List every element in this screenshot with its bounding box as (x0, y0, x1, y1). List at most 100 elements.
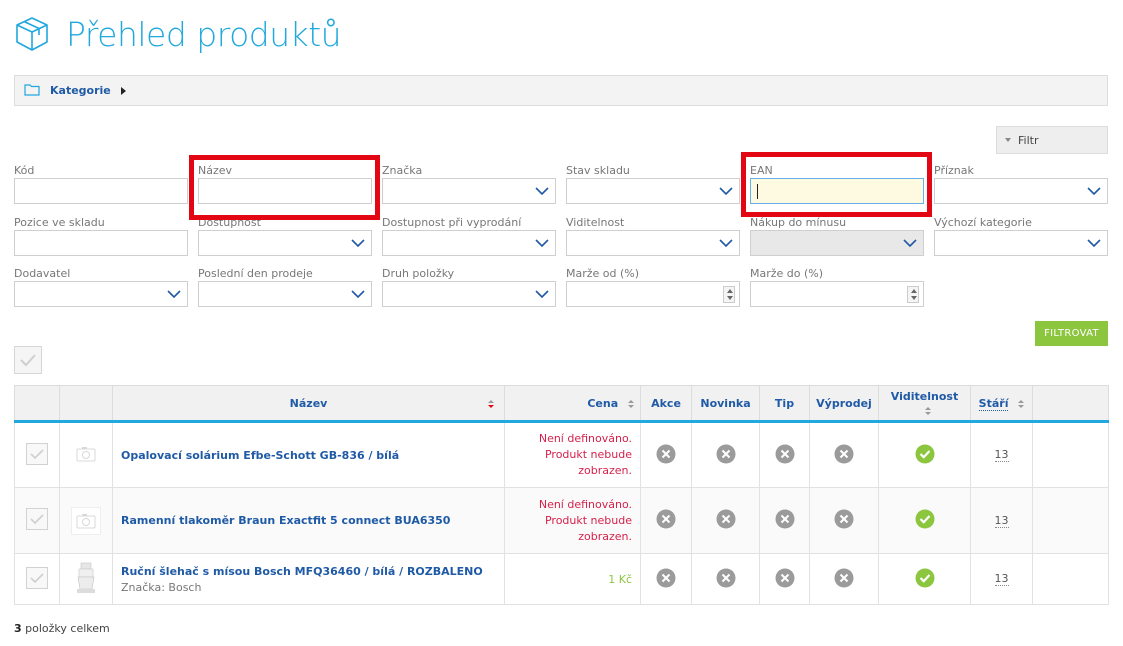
breadcrumb-category-link[interactable]: Kategorie (50, 84, 111, 97)
row-checkbox[interactable] (26, 566, 48, 589)
dostupnost-select[interactable] (198, 230, 372, 256)
product-name-cell: Ruční šlehač s mísou Bosch MFQ36460 / bí… (112, 553, 505, 605)
caret-right-icon[interactable] (120, 86, 126, 95)
akce-cell (640, 421, 692, 488)
header-viditelnost[interactable]: Viditelnost (878, 385, 971, 423)
x-circle-icon[interactable] (656, 444, 676, 464)
viditelnost-select[interactable] (566, 230, 740, 256)
dodavatel-select[interactable] (14, 281, 188, 307)
novinka-cell (691, 487, 760, 554)
price-cell: Není definováno. Produkt nebude zobrazen… (504, 487, 641, 554)
x-circle-icon[interactable] (834, 444, 854, 464)
novinka-cell (691, 421, 760, 488)
product-image-cell (59, 553, 113, 605)
row-checkbox[interactable] (26, 442, 48, 465)
chevron-down-icon (351, 290, 365, 299)
number-spinner[interactable] (907, 286, 919, 303)
filter-submit-button[interactable]: FILTROVAT (1035, 321, 1108, 346)
x-circle-icon[interactable] (716, 509, 736, 529)
page-title: Přehled produktů (66, 14, 342, 54)
header-label: Viditelnost (890, 390, 959, 403)
tip-cell (759, 421, 810, 488)
caret-down-icon (1005, 138, 1011, 142)
vychozi-kategorie-select[interactable] (934, 230, 1108, 256)
stav-skladu-select[interactable] (566, 178, 740, 204)
chevron-down-icon (351, 239, 365, 248)
row-select-cell (14, 421, 60, 488)
mixer-product-thumbnail (77, 562, 95, 593)
table-row[interactable]: Ramenní tlakoměr Braun Exactfit 5 connec… (14, 487, 1109, 554)
select-all-checkbox[interactable] (14, 346, 42, 374)
product-name-link[interactable]: Ramenní tlakoměr Braun Exactfit 5 connec… (121, 514, 496, 527)
header-cena[interactable]: Cena (504, 385, 641, 423)
product-name-cell: Ramenní tlakoměr Braun Exactfit 5 connec… (112, 487, 505, 554)
posledni-den-select[interactable] (198, 281, 372, 307)
druh-polozky-select[interactable] (382, 281, 556, 307)
filter-label: Pozice ve skladu (14, 216, 105, 229)
filter-toggle-button[interactable]: Filtr (996, 126, 1108, 154)
chevron-down-icon (719, 239, 733, 248)
header-image (59, 385, 113, 423)
header-label: Cena (587, 396, 619, 410)
x-circle-icon[interactable] (656, 509, 676, 529)
sort-icon (488, 400, 494, 409)
check-circle-icon[interactable] (915, 444, 935, 464)
items-total: 3 položky celkem (14, 622, 110, 635)
priznak-select[interactable] (934, 178, 1108, 204)
price-warning-line: Produkt nebude (544, 513, 632, 527)
filter-label: Marže od (%) (566, 267, 640, 280)
pozice-input[interactable] (14, 230, 188, 256)
chevron-down-icon (1087, 187, 1101, 196)
check-circle-icon[interactable] (915, 509, 935, 529)
number-spinner[interactable] (723, 286, 735, 303)
items-count-suffix: položky celkem (21, 622, 110, 635)
x-circle-icon[interactable] (716, 568, 736, 588)
viditelnost-cell (878, 487, 971, 554)
check-circle-icon[interactable] (915, 568, 935, 588)
dostupnost-vyprodani-select[interactable] (382, 230, 556, 256)
price-warning-line: Produkt nebude (544, 448, 632, 461)
viditelnost-cell (878, 421, 971, 488)
header-stari[interactable]: Stáří (970, 385, 1033, 423)
filter-label: Značka (382, 164, 423, 177)
marze-do-number-input[interactable] (750, 281, 924, 307)
price-cell: 1 Kč (504, 553, 641, 605)
stari-cell: 13 (970, 553, 1033, 605)
x-circle-icon[interactable] (834, 509, 854, 529)
age-value: 13 (994, 572, 1009, 586)
filter-marze-do: Marže do (%) (750, 267, 924, 307)
marze-od-number-input[interactable] (566, 281, 740, 307)
product-name-cell: Opalovací solárium Efbe-Schott GB-836 / … (112, 421, 505, 488)
kod-input[interactable] (14, 178, 188, 204)
x-circle-icon[interactable] (775, 444, 795, 464)
filter-label: Marže do (%) (750, 267, 824, 280)
filter-toggle-label: Filtr (1018, 133, 1039, 147)
chevron-down-icon (535, 290, 549, 299)
chevron-down-icon (535, 187, 549, 196)
nakup-do-minusu-select[interactable] (750, 230, 924, 256)
table-header-row: Název Cena Akce Novinka Tip Výprodej Vid… (14, 385, 1109, 423)
x-circle-icon[interactable] (656, 568, 676, 588)
znacka-select[interactable] (382, 178, 556, 204)
table-row[interactable]: Opalovací solárium Efbe-Schott GB-836 / … (14, 421, 1109, 488)
filter-posledni-den: Poslední den prodeje (198, 267, 372, 307)
x-circle-icon[interactable] (775, 509, 795, 529)
x-circle-icon[interactable] (834, 568, 854, 588)
filter-dostupnost: Dostupnost (198, 216, 372, 256)
chevron-down-icon (903, 239, 917, 248)
filter-marze-od: Marže od (%) (566, 267, 740, 307)
sort-icon (1018, 400, 1025, 409)
empty-cell (1032, 553, 1109, 605)
header-label: Stáří (978, 396, 1009, 411)
row-checkbox[interactable] (26, 508, 48, 530)
x-circle-icon[interactable] (775, 568, 795, 588)
header-nazev[interactable]: Název (112, 385, 505, 423)
vyprodej-cell (809, 487, 879, 554)
products-table: Název Cena Akce Novinka Tip Výprodej Vid… (14, 385, 1109, 605)
x-circle-icon[interactable] (716, 444, 736, 464)
product-name-link[interactable]: Ruční šlehač s mísou Bosch MFQ36460 / bí… (121, 565, 496, 578)
chevron-down-icon (1087, 239, 1101, 248)
table-row[interactable]: Ruční šlehač s mísou Bosch MFQ36460 / bí… (14, 553, 1109, 605)
empty-cell (1032, 421, 1109, 488)
product-name-link[interactable]: Opalovací solárium Efbe-Schott GB-836 / … (121, 449, 496, 462)
